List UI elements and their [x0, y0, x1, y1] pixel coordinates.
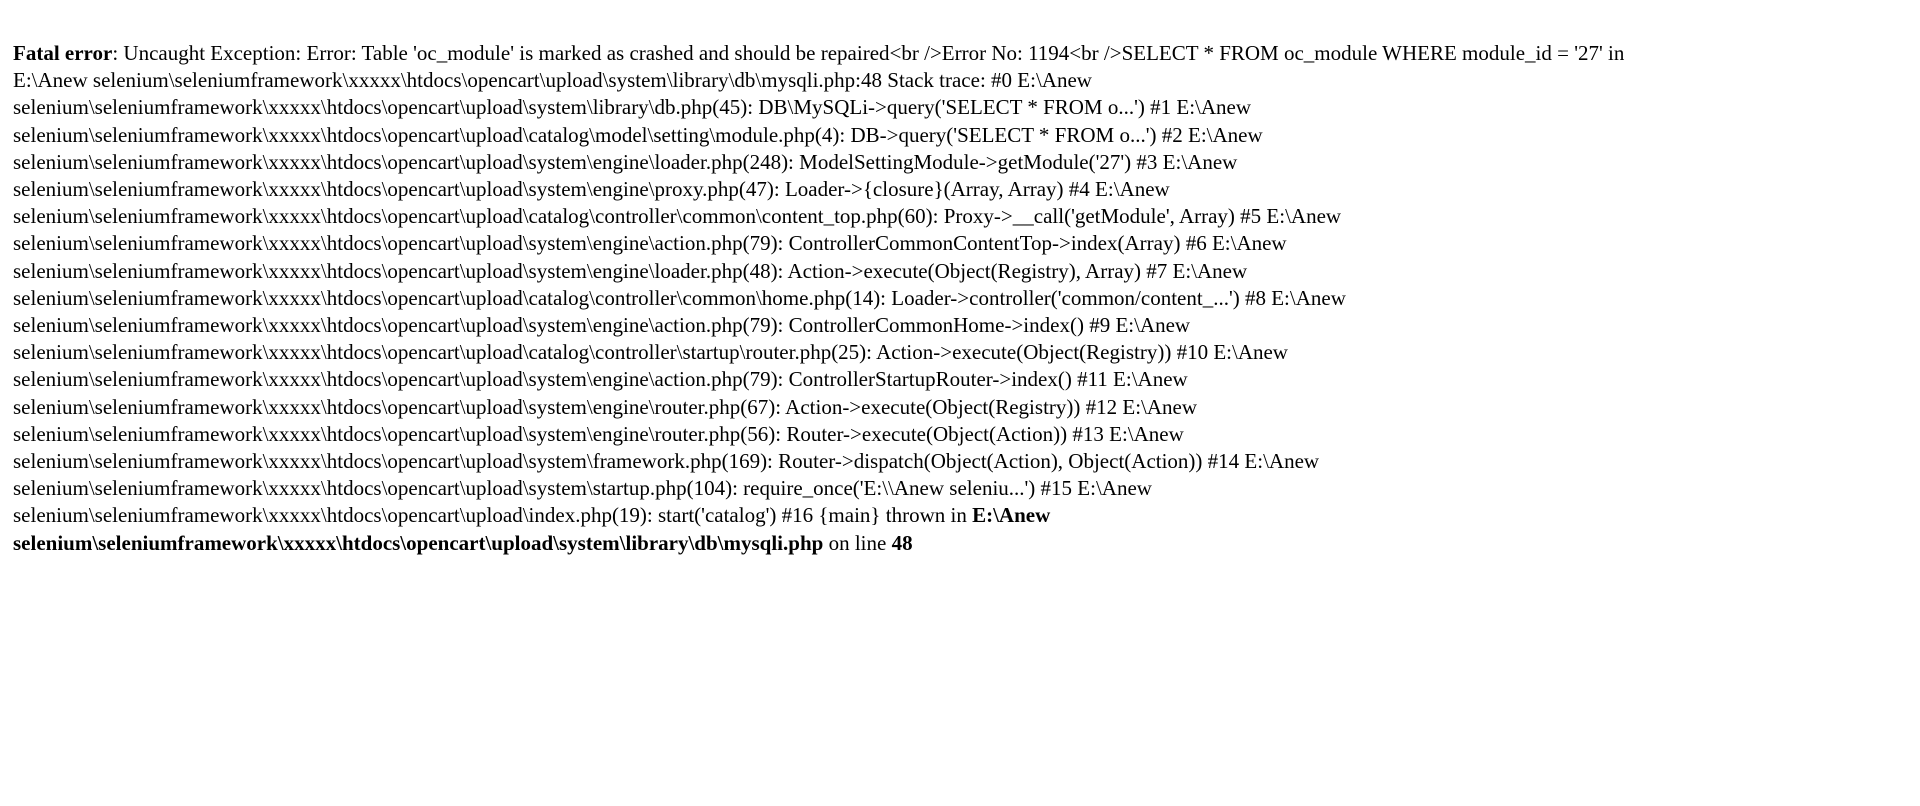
fatal-error-message: Fatal error: Uncaught Exception: Error: … [13, 40, 1903, 557]
on-line-text: on line [823, 530, 892, 555]
error-message-text: : Uncaught Exception: Error: Table 'oc_m… [13, 41, 1625, 528]
error-label: Fatal error [13, 41, 113, 65]
error-line-number: 48 [891, 530, 913, 555]
